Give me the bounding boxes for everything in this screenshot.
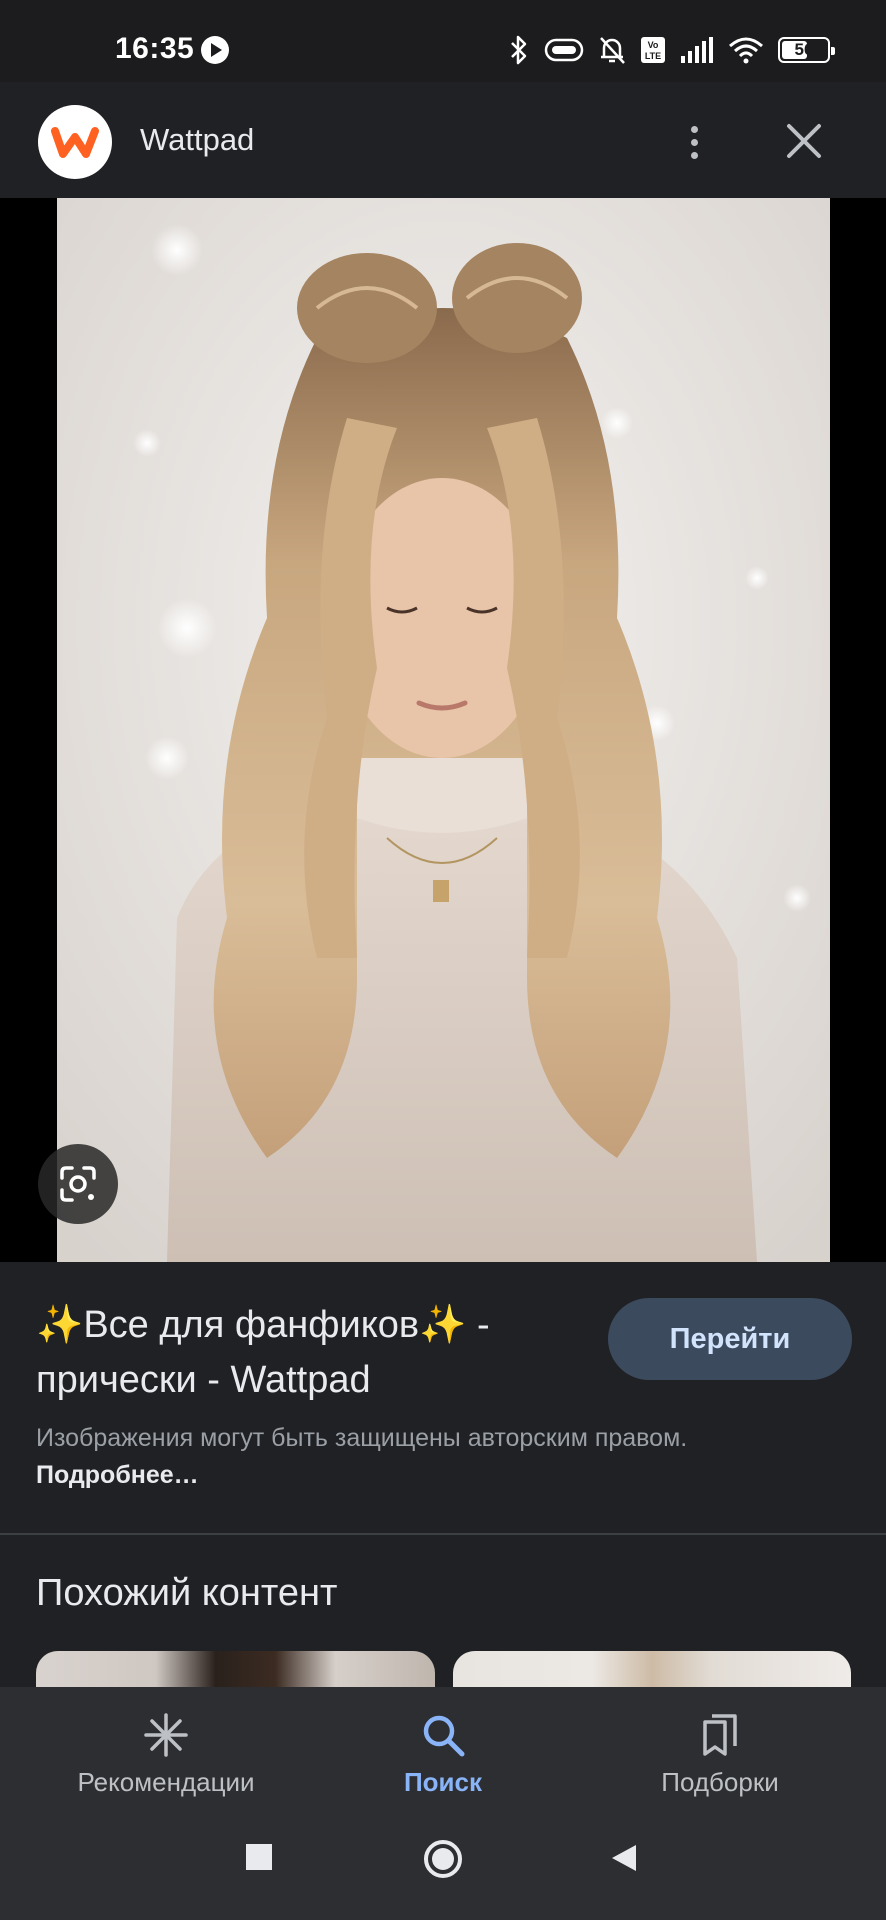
google-lens-icon[interactable] — [38, 1144, 118, 1224]
vibrate-icon — [544, 38, 584, 62]
asterisk-icon — [143, 1709, 189, 1761]
learn-more-link[interactable]: Подробнее… — [36, 1461, 199, 1489]
nav-label-recommendations: Рекомендации — [77, 1767, 255, 1797]
svg-text:Vo: Vo — [648, 40, 659, 50]
battery-icon: 56 — [778, 37, 835, 63]
result-title[interactable]: ✨Все для фанфиков✨ - прически - Wattpad — [36, 1298, 556, 1408]
wifi-icon — [729, 37, 763, 64]
svg-text:LTE: LTE — [645, 51, 661, 61]
battery-level: 56 — [794, 40, 814, 59]
visit-button[interactable]: Перейти — [608, 1298, 852, 1380]
status-bar: 16:35 Vo LTE 56 — [0, 0, 886, 82]
status-icons: Vo LTE 56 — [508, 33, 835, 67]
recents-button[interactable] — [245, 1843, 273, 1871]
bell-off-icon — [600, 37, 625, 64]
result-image[interactable] — [57, 198, 830, 1262]
similar-thumbnail[interactable] — [36, 1651, 435, 1691]
nav-label-search: Поиск — [403, 1767, 483, 1797]
copyright-notice: Изображения могут быть защищены авторски… — [36, 1420, 736, 1494]
divider — [0, 1533, 886, 1535]
wattpad-logo[interactable] — [38, 105, 112, 179]
nav-item-recommendations[interactable]: Рекомендации — [36, 1709, 296, 1798]
more-vert-icon[interactable] — [676, 118, 712, 166]
similar-content-title: Похожий контент — [36, 1572, 338, 1614]
collections-icon — [697, 1709, 743, 1761]
play-icon — [201, 36, 229, 64]
volte-icon: VoLTE — [641, 37, 665, 63]
home-button[interactable] — [423, 1839, 463, 1879]
bluetooth-icon — [511, 35, 527, 65]
close-icon[interactable] — [783, 120, 825, 162]
result-info: ✨Все для фанфиков✨ - прически - Wattpad … — [0, 1262, 886, 1534]
copyright-text: Изображения могут быть защищены авторски… — [36, 1424, 688, 1452]
signal-icon — [681, 37, 713, 63]
site-name[interactable]: Wattpad — [140, 122, 254, 158]
bottom-nav: Рекомендации Поиск Подборки — [0, 1687, 886, 1809]
back-button[interactable] — [610, 1843, 638, 1873]
image-viewer — [0, 198, 886, 1262]
status-time: 16:35 — [115, 32, 195, 65]
nav-label-collections: Подборки — [661, 1767, 779, 1797]
nav-item-collections[interactable]: Подборки — [590, 1709, 850, 1798]
nav-item-search[interactable]: Поиск — [313, 1709, 573, 1798]
similar-thumbnail[interactable] — [453, 1651, 851, 1691]
system-nav — [0, 1809, 886, 1920]
search-icon — [420, 1709, 466, 1761]
header: Wattpad — [0, 82, 886, 198]
